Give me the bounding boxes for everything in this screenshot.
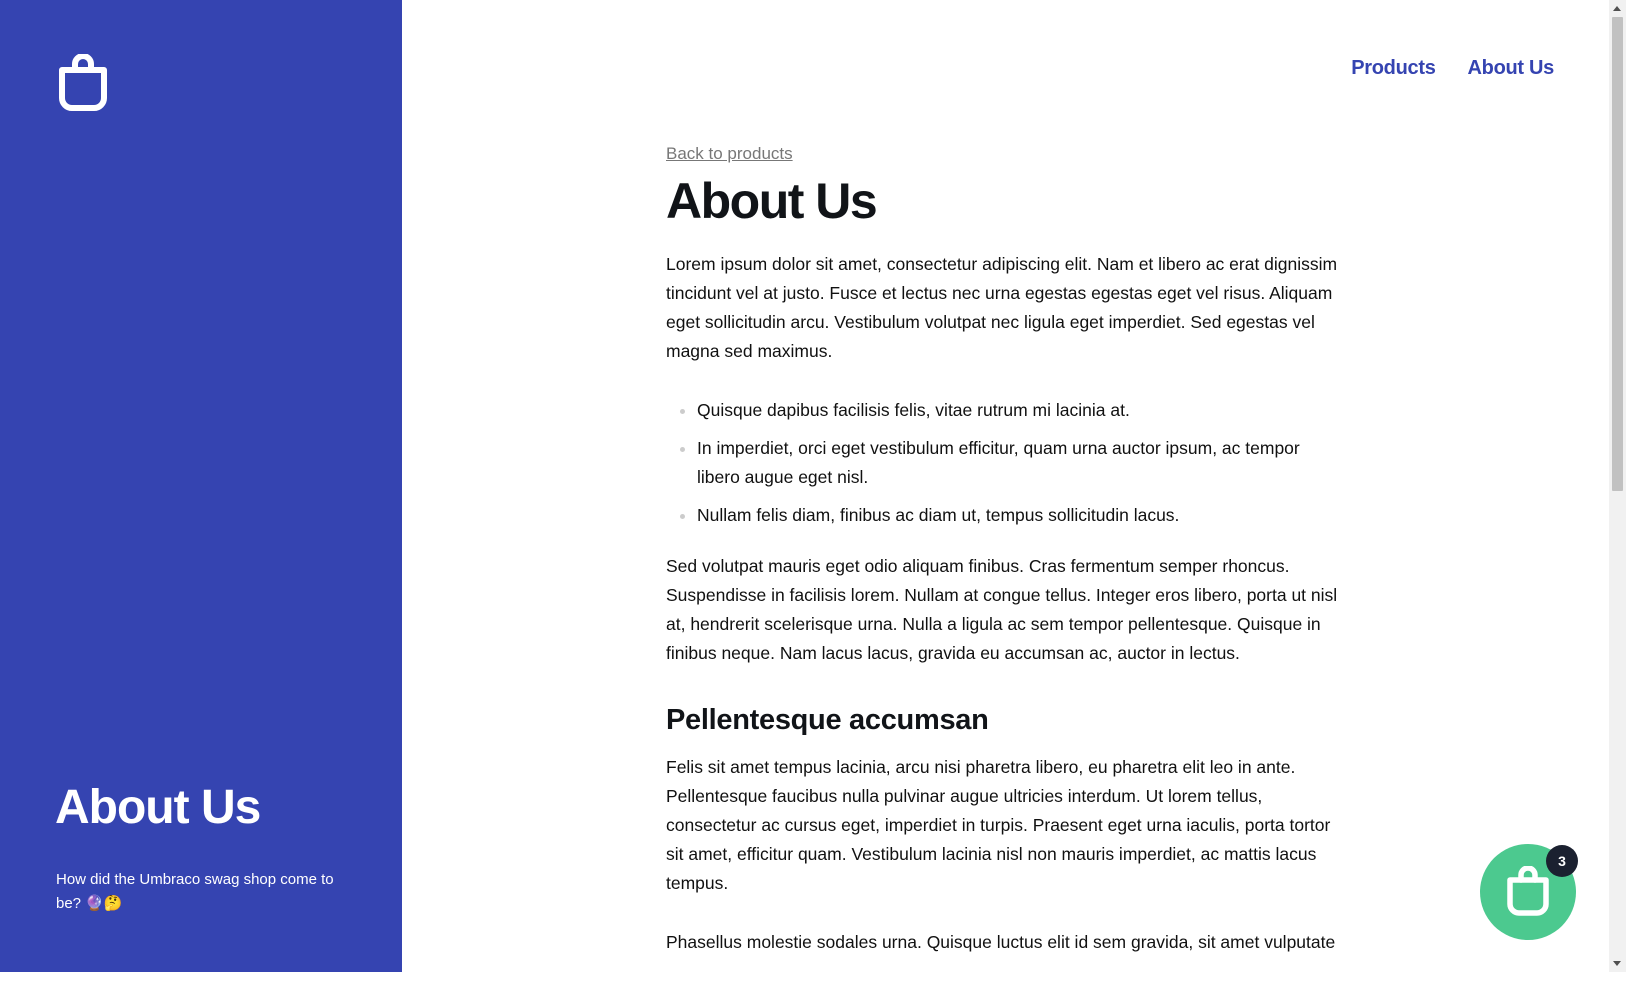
- sidebar: About Us How did the Umbraco swag shop c…: [0, 0, 402, 972]
- list-item: Quisque dapibus facilisis felis, vitae r…: [697, 396, 1346, 425]
- scroll-down-arrow-icon[interactable]: [1613, 961, 1621, 966]
- sidebar-title: About Us: [55, 781, 261, 834]
- scroll-up-arrow-icon[interactable]: [1613, 6, 1621, 11]
- body-paragraph: Sed volutpat mauris eget odio aliquam fi…: [666, 556, 1338, 663]
- list-item: Nullam felis diam, finibus ac diam ut, t…: [697, 501, 1346, 530]
- nav-link-about[interactable]: About Us: [1468, 57, 1555, 80]
- cart-count-badge: 3: [1546, 845, 1578, 877]
- body-paragraph: Phasellus molestie sodales urna. Quisque…: [666, 932, 1336, 952]
- vertical-scrollbar[interactable]: [1609, 0, 1626, 972]
- intro-paragraph: Lorem ipsum dolor sit amet, consectetur …: [666, 254, 1338, 361]
- sidebar-description: How did the Umbraco swag shop come to be…: [56, 871, 334, 912]
- shopping-bag-icon[interactable]: [56, 53, 110, 114]
- nav-link-products[interactable]: Products: [1351, 57, 1436, 80]
- bullet-list: Quisque dapibus facilisis felis, vitae r…: [666, 396, 1346, 530]
- scrollbar-thumb[interactable]: [1612, 17, 1623, 491]
- section-heading: Pellentesque accumsan: [666, 704, 989, 736]
- shopping-bag-icon: [1507, 866, 1549, 916]
- main-nav: Products About Us: [1351, 57, 1554, 80]
- list-item: In imperdiet, orci eget vestibulum effic…: [697, 434, 1346, 492]
- back-to-products-link[interactable]: Back to products: [666, 144, 793, 164]
- body-paragraph: Felis sit amet tempus lacinia, arcu nisi…: [666, 757, 1331, 893]
- main-content: Back to products About Us Lorem ipsum do…: [666, 140, 1346, 987]
- page-title: About Us: [666, 173, 878, 229]
